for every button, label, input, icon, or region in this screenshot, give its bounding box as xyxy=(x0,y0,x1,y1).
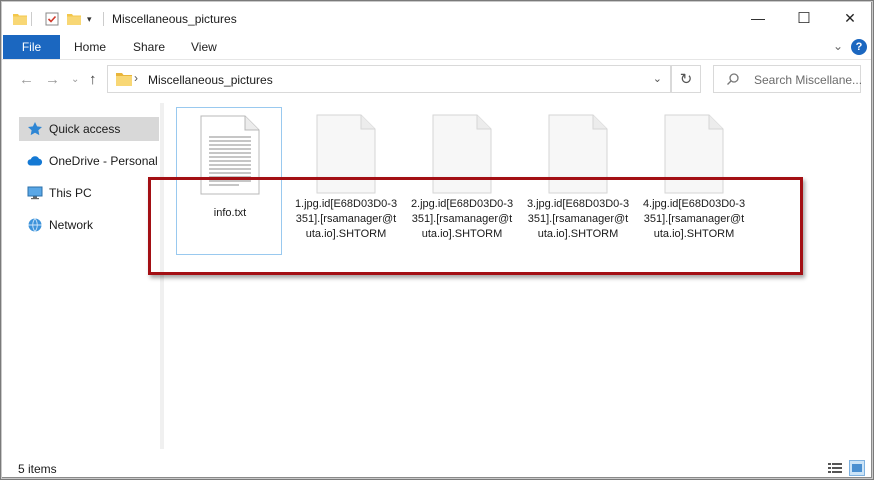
quick-access-folder-icon[interactable] xyxy=(13,10,27,28)
back-arrow-icon[interactable]: ← xyxy=(19,71,34,88)
nav-item-label: Quick access xyxy=(49,122,121,136)
toolbar-divider xyxy=(103,12,104,26)
maximize-button[interactable]: ☐ xyxy=(781,1,827,35)
nav-item-quick-access[interactable]: Quick access xyxy=(19,117,159,141)
computer-icon xyxy=(27,185,43,201)
network-icon xyxy=(27,217,43,233)
toolbar-divider xyxy=(31,12,32,26)
tab-file[interactable]: File xyxy=(3,35,60,59)
address-bar[interactable]: › Miscellaneous_pictures ⌄ xyxy=(107,65,671,93)
customize-toolbar-dropdown-icon[interactable]: ▾ xyxy=(87,10,92,28)
forward-arrow-icon[interactable]: → xyxy=(45,71,60,88)
item-count: 5 items xyxy=(18,462,57,476)
help-button[interactable]: ? xyxy=(851,39,867,55)
expand-ribbon-chevron-icon[interactable]: ⌄ xyxy=(833,39,843,53)
search-icon xyxy=(726,72,740,86)
close-button[interactable]: ✕ xyxy=(827,1,871,35)
cloud-icon xyxy=(27,153,43,169)
star-icon xyxy=(27,121,43,137)
nav-item-network[interactable]: Network xyxy=(19,213,159,237)
minimize-button[interactable]: — xyxy=(735,1,781,35)
file-list: info.txt 1.jpg.id[E68D03D0-3351].[rsaman… xyxy=(165,99,871,455)
up-arrow-icon[interactable]: ↑ xyxy=(89,71,97,88)
nav-pane-scrollbar[interactable] xyxy=(160,103,164,449)
address-dropdown-chevron-icon[interactable]: ⌄ xyxy=(653,72,662,85)
folder-icon xyxy=(116,72,132,86)
nav-item-label: This PC xyxy=(49,186,92,200)
ribbon-tabs: File Home Share View ⌄ ? xyxy=(1,35,871,60)
refresh-button[interactable]: ↻ xyxy=(671,65,701,93)
file-explorer-window: ▾ Miscellaneous_pictures — ☐ ✕ File Home… xyxy=(0,0,872,478)
title-bar: ▾ Miscellaneous_pictures — ☐ ✕ xyxy=(1,1,871,35)
breadcrumb-current-folder[interactable]: Miscellaneous_pictures xyxy=(148,73,273,87)
status-bar: 5 items xyxy=(1,457,871,477)
nav-item-label: OneDrive - Personal xyxy=(49,154,158,168)
recent-locations-chevron-icon[interactable]: ⌄ xyxy=(71,74,79,85)
navigation-pane: Quick access OneDrive - Personal This PC… xyxy=(1,99,165,455)
properties-check-icon[interactable] xyxy=(45,10,59,28)
nav-item-this-pc[interactable]: This PC xyxy=(19,181,159,205)
large-icons-view-icon[interactable] xyxy=(849,460,865,476)
highlight-box xyxy=(148,177,803,275)
new-folder-icon[interactable] xyxy=(67,10,81,28)
tab-view[interactable]: View xyxy=(191,40,217,54)
address-row: ← → ⌄ ↑ › Miscellaneous_pictures ⌄ ↻ Sea… xyxy=(1,59,871,99)
nav-item-label: Network xyxy=(49,218,94,232)
window-title: Miscellaneous_pictures xyxy=(112,12,237,26)
tab-share[interactable]: Share xyxy=(133,40,165,54)
search-box[interactable]: Search Miscellane... xyxy=(713,65,863,93)
details-view-icon[interactable] xyxy=(827,460,843,476)
tab-home[interactable]: Home xyxy=(74,40,106,54)
search-placeholder: Search Miscellane... xyxy=(754,73,863,87)
nav-item-onedrive[interactable]: OneDrive - Personal xyxy=(19,149,159,173)
breadcrumb-separator: › xyxy=(134,71,138,85)
